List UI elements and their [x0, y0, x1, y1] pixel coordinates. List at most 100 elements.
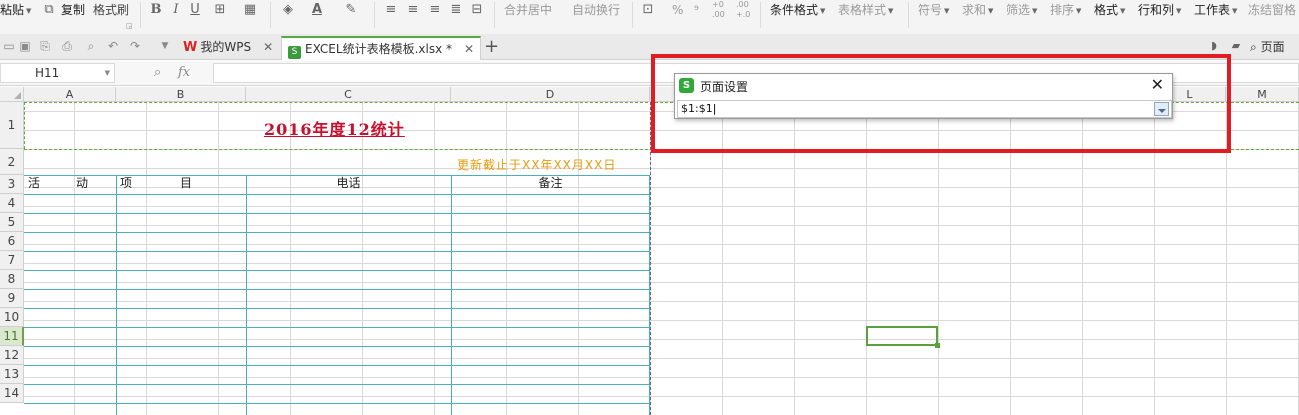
- clear-format-icon[interactable]: ✎: [344, 0, 358, 20]
- symbol-button[interactable]: 符号 ▼: [918, 0, 949, 20]
- format-painter-button[interactable]: 格式刷: [93, 0, 129, 20]
- page-setup-dialog: S 页面设置 ✕ $1:$1|: [674, 73, 1173, 119]
- increase-decimal-button[interactable]: +0 .00: [712, 0, 728, 20]
- header-cell-activity: 活 动: [28, 176, 89, 190]
- paste-button[interactable]: 粘贴 ▼: [0, 0, 31, 20]
- rows-cols-button[interactable]: 行和列 ▼: [1138, 0, 1181, 20]
- name-box[interactable]: H11 ▼: [0, 63, 115, 83]
- table-border: [246, 175, 247, 415]
- header-cell-notes: 备注: [538, 176, 563, 190]
- tab-excel-template[interactable]: S EXCEL统计表格模板.xlsx * ✕: [281, 36, 482, 60]
- underline-button[interactable]: U: [189, 0, 201, 20]
- column-header-b[interactable]: B: [116, 87, 246, 102]
- ribbon-divider: [632, 2, 633, 28]
- number-format-icon[interactable]: ⊡: [640, 0, 656, 20]
- export-pdf-icon[interactable]: ⎘: [38, 39, 52, 53]
- distributed-icon[interactable]: ⊟: [470, 0, 484, 20]
- conditional-format-button[interactable]: 条件格式 ▼: [770, 0, 825, 20]
- table-style-button[interactable]: 表格样式 ▼: [838, 0, 893, 20]
- header-cell-phone: 电话: [336, 176, 361, 190]
- row-header-selected[interactable]: 11: [0, 327, 24, 346]
- filter-button[interactable]: 筛选 ▼: [1006, 0, 1037, 20]
- row-header[interactable]: 2: [0, 149, 24, 175]
- table-border: [24, 308, 650, 309]
- ribbon-divider: [140, 2, 141, 28]
- row-header[interactable]: 13: [0, 365, 24, 384]
- sheet-title: 2016年度12统计: [264, 120, 405, 139]
- row-header[interactable]: 10: [0, 308, 24, 327]
- clipboard-launcher-icon[interactable]: ◲: [126, 22, 133, 30]
- ribbon-divider: [494, 2, 495, 28]
- justify-icon[interactable]: ≣: [450, 0, 462, 20]
- format-button[interactable]: 格式 ▼: [1094, 0, 1125, 20]
- auto-wrap-button[interactable]: 自动换行: [572, 0, 620, 20]
- decrease-decimal-button[interactable]: .00 +.0: [736, 0, 752, 20]
- fill-color-icon[interactable]: ◈: [280, 0, 296, 20]
- row-header[interactable]: 5: [0, 213, 24, 232]
- dialog-title: 页面设置: [700, 80, 749, 94]
- column-header-c[interactable]: C: [246, 87, 451, 102]
- row-header[interactable]: 7: [0, 251, 24, 270]
- worksheet-button[interactable]: 工作表 ▼: [1194, 0, 1237, 20]
- column-header-d[interactable]: D: [451, 87, 650, 102]
- row-header[interactable]: 12: [0, 346, 24, 365]
- table-border: [24, 384, 650, 385]
- row-header[interactable]: 3: [0, 175, 24, 194]
- collapse-dialog-icon[interactable]: [1154, 102, 1169, 116]
- row-header[interactable]: 9: [0, 289, 24, 308]
- print-icon[interactable]: ⎙: [60, 39, 74, 53]
- row-header[interactable]: 4: [0, 194, 24, 213]
- insert-function-icon[interactable]: fx: [178, 65, 190, 80]
- sheet-subtitle: 更新截止于XX年XX月XX日: [457, 158, 617, 172]
- merge-center-button[interactable]: 合并居中: [504, 0, 552, 20]
- ribbon-divider: [270, 2, 271, 28]
- zoom-icon[interactable]: ⌕: [154, 65, 161, 80]
- quick-access-dropdown-icon[interactable]: ▼: [158, 39, 172, 53]
- tab-close-icon[interactable]: ✕: [464, 42, 474, 56]
- table-border: [24, 327, 650, 328]
- border-icon[interactable]: ⊞: [212, 0, 228, 20]
- redo-icon[interactable]: ↷: [128, 39, 142, 53]
- row-header[interactable]: 1: [0, 102, 24, 149]
- row-header[interactable]: 14: [0, 384, 24, 403]
- align-center-icon[interactable]: ≡: [407, 0, 419, 20]
- percent-button[interactable]: %: [672, 0, 683, 20]
- share-icon[interactable]: ◗: [1208, 40, 1220, 52]
- align-right-icon[interactable]: ≡: [429, 0, 441, 20]
- copy-icon: ⧉: [44, 2, 54, 17]
- search-box[interactable]: ⌕ 页面: [1250, 38, 1285, 55]
- print-preview-icon[interactable]: ⌕: [84, 39, 98, 53]
- comment-icon[interactable]: ▰: [1230, 40, 1242, 52]
- table-border: [24, 403, 650, 404]
- font-color-button[interactable]: A: [310, 0, 324, 20]
- new-tab-icon[interactable]: +: [484, 36, 499, 57]
- bold-button[interactable]: B: [150, 0, 162, 20]
- thousands-button[interactable]: ⁹: [694, 0, 699, 20]
- tab-close-icon[interactable]: ✕: [263, 40, 273, 54]
- table-border: [24, 194, 650, 195]
- italic-button[interactable]: I: [170, 0, 182, 20]
- select-all-corner[interactable]: [0, 87, 24, 102]
- close-icon[interactable]: ✕: [1151, 75, 1164, 94]
- table-border: [24, 232, 650, 233]
- undo-icon[interactable]: ↶: [106, 39, 120, 53]
- ribbon-toolbar: 粘贴 ▼ ⧉ 复制 格式刷 ◲ B I U ⊞ ▦ ◈ A ✎ ≡ ≡ ≡ ≣ ⊟…: [0, 0, 1299, 34]
- save-icon[interactable]: ▣: [18, 39, 32, 53]
- tab-my-wps[interactable]: W 我的WPS ✕: [177, 36, 279, 60]
- sort-button[interactable]: 排序 ▼: [1050, 0, 1081, 20]
- open-folder-icon[interactable]: ▭: [2, 39, 16, 53]
- column-header-a[interactable]: A: [24, 87, 116, 102]
- column-header-m[interactable]: M: [1226, 87, 1299, 102]
- cell-border-icon[interactable]: ▦: [242, 0, 258, 20]
- copy-button[interactable]: 复制: [61, 0, 85, 20]
- active-cell-h11[interactable]: [866, 326, 940, 348]
- print-titles-input[interactable]: $1:$1|: [677, 100, 1172, 118]
- sum-button[interactable]: 求和 ▼: [962, 0, 993, 20]
- align-left-icon[interactable]: ≡: [385, 0, 397, 20]
- ribbon-divider: [374, 2, 375, 28]
- table-border: [24, 213, 650, 214]
- row-header[interactable]: 6: [0, 232, 24, 251]
- name-box-dropdown-icon[interactable]: ▼: [105, 64, 110, 82]
- freeze-panes-button[interactable]: 冻结窗格: [1248, 0, 1296, 20]
- row-header[interactable]: 8: [0, 270, 24, 289]
